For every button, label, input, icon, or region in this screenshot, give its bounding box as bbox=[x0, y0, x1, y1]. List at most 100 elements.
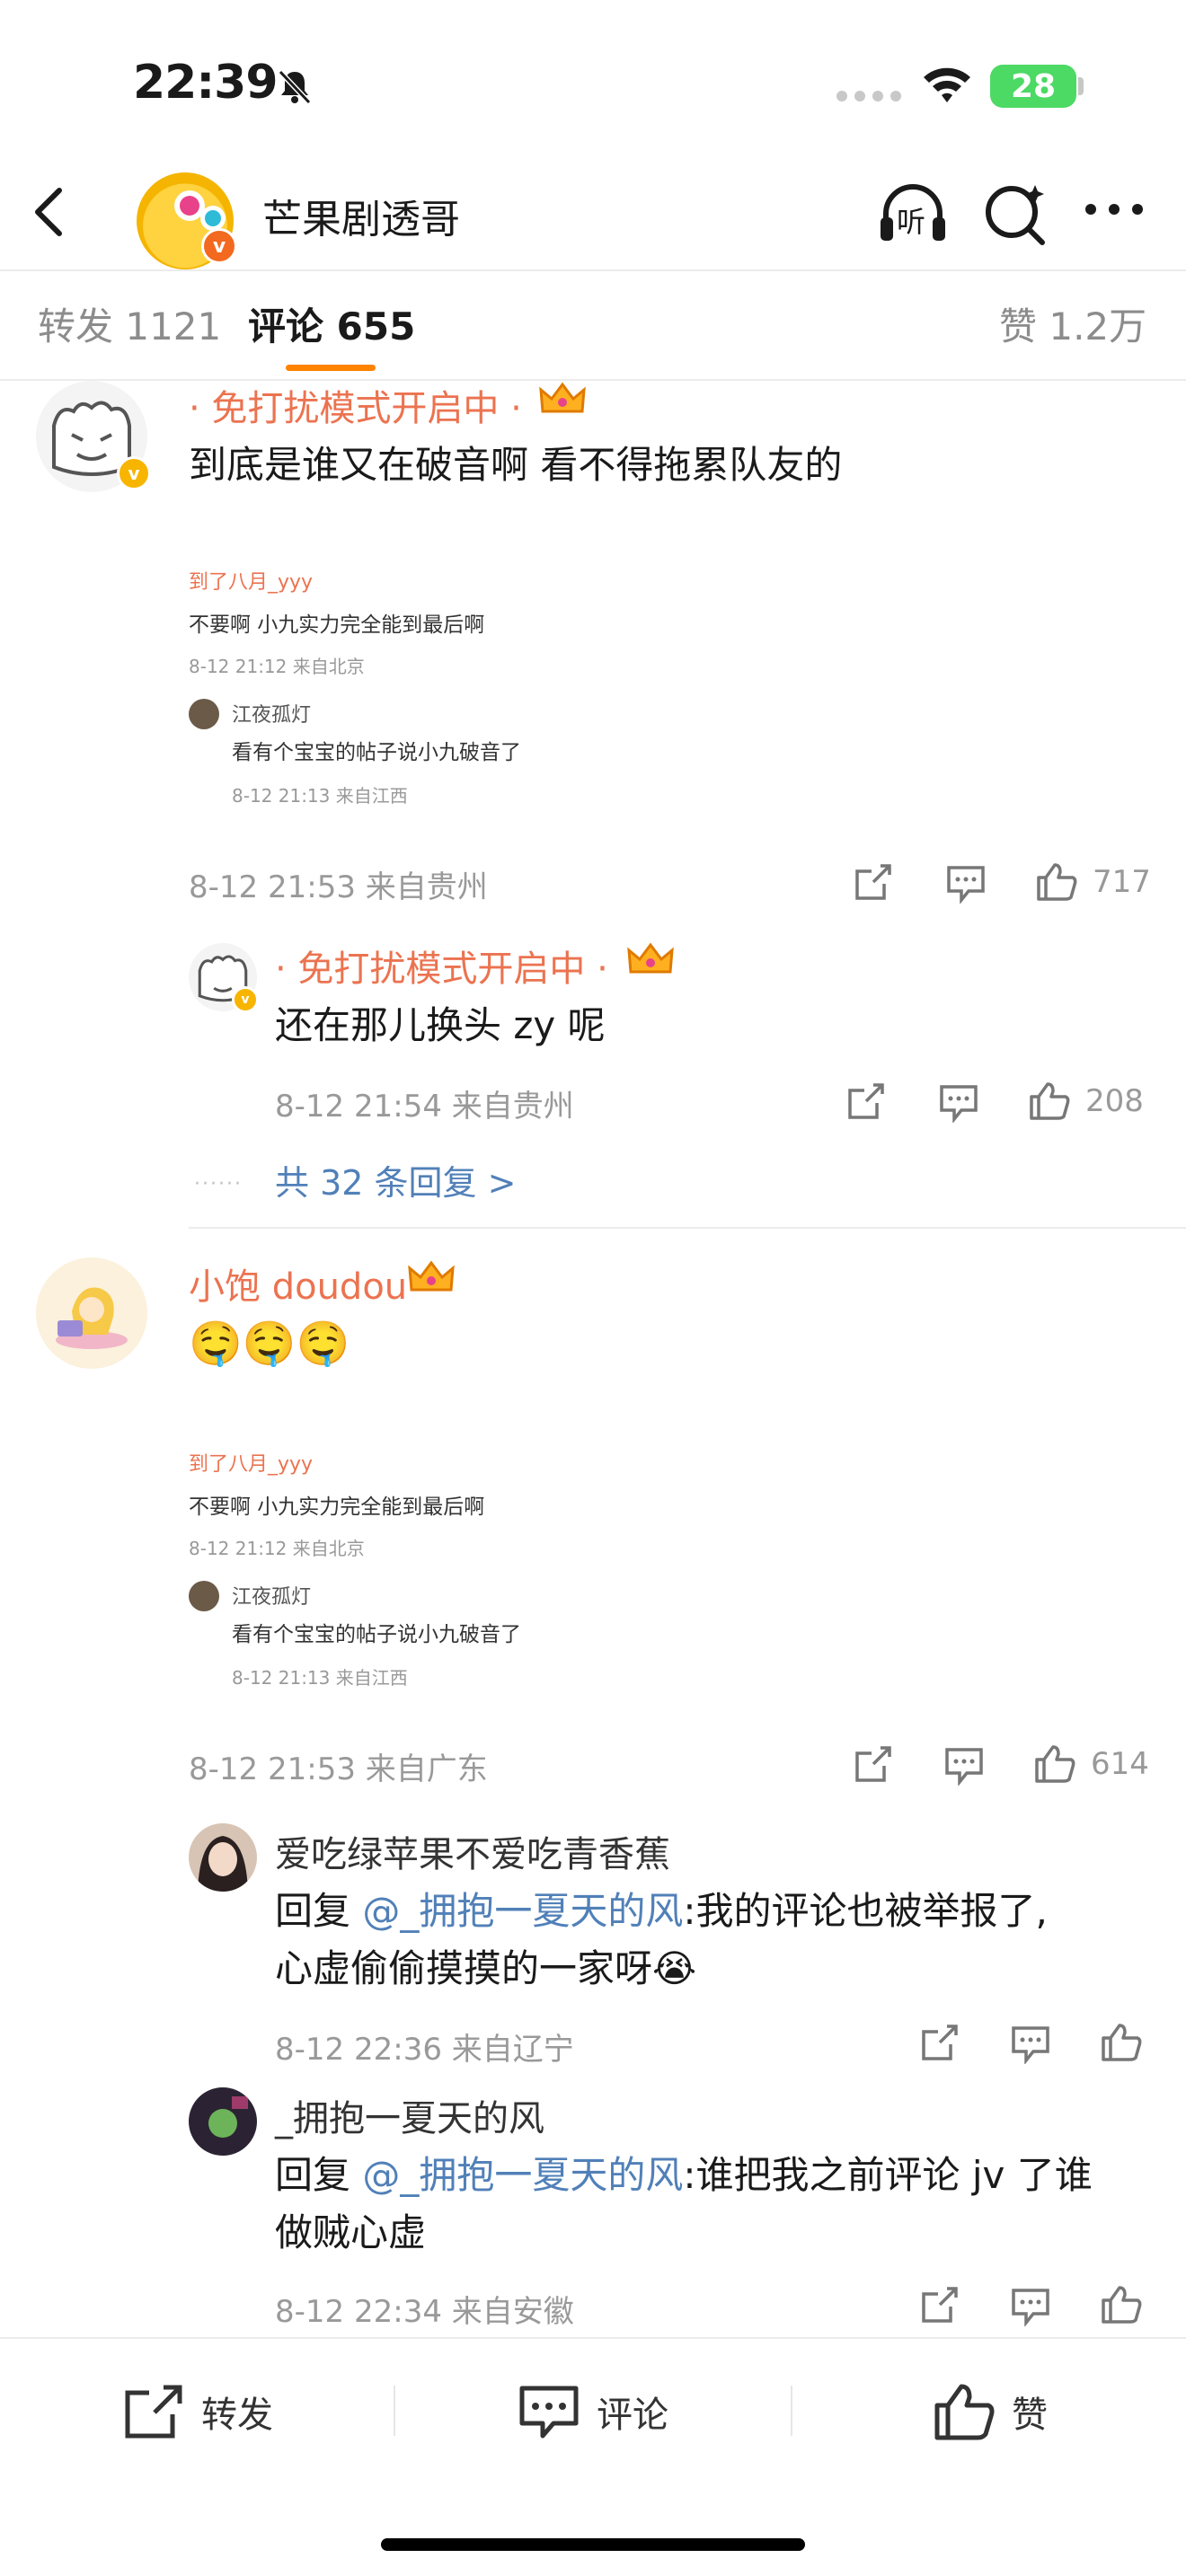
share-icon[interactable] bbox=[920, 2023, 960, 2062]
nav-divider bbox=[0, 269, 1186, 271]
reply-icon[interactable] bbox=[945, 864, 987, 904]
home-indicator[interactable] bbox=[381, 2538, 805, 2551]
like-icon[interactable] bbox=[1033, 1742, 1076, 1784]
reply-text-line1: :谁把我之前评论 jv 了谁 bbox=[683, 2153, 1093, 2197]
comment-label: 评论 bbox=[597, 2395, 668, 2436]
like-button[interactable]: 赞 bbox=[933, 2371, 1048, 2452]
embed-avatar bbox=[189, 699, 219, 729]
embed-username: 到了八月_yyy bbox=[189, 571, 314, 594]
embed-reply-meta: 8-12 21:13 来自江西 bbox=[232, 1667, 408, 1689]
reply-prefix: 回复 bbox=[275, 2153, 363, 2197]
reply-meta: 8-12 22:34 来自安徽 bbox=[275, 2294, 574, 2330]
comment-icon bbox=[519, 2386, 579, 2439]
tab-repost[interactable]: 转发 1121 bbox=[38, 296, 221, 351]
comment-meta: 8-12 21:53 来自广东 bbox=[189, 1751, 488, 1787]
reply-text-line1: :我的评论也被举报了, bbox=[683, 1889, 1048, 1933]
embed-reply-text: 看有个宝宝的帖子说小九破音了 bbox=[232, 741, 521, 764]
more-replies-dots: ······ bbox=[194, 1173, 243, 1195]
more-icon[interactable] bbox=[1082, 196, 1146, 223]
comment-divider bbox=[189, 1227, 1186, 1229]
comment-username[interactable]: · 免打扰模式开启中 · bbox=[189, 379, 522, 431]
comment-username[interactable]: 小饱 doudou bbox=[189, 1257, 407, 1310]
girl-laptop-avatar-icon bbox=[36, 1257, 147, 1369]
comment-text: 🤤🤤🤤 bbox=[189, 1319, 350, 1369]
like-count: 717 bbox=[1093, 864, 1151, 900]
back-button[interactable] bbox=[23, 180, 81, 244]
embedded-screenshot[interactable]: 到了八月_yyy 不要啊 小九实力完全能到最后啊 8-12 21:12 来自北京… bbox=[189, 555, 638, 816]
reply-avatar[interactable] bbox=[189, 2087, 257, 2156]
like-count: 208 bbox=[1085, 1083, 1144, 1119]
mention-link[interactable]: @_拥抱一夏天的风 bbox=[362, 2153, 683, 2197]
wifi-icon bbox=[924, 67, 970, 102]
signal-dots-icon bbox=[836, 91, 901, 101]
like-count: 614 bbox=[1091, 1746, 1149, 1782]
reply-meta: 8-12 21:54 来自贵州 bbox=[275, 1089, 574, 1125]
bottom-divider bbox=[394, 2386, 395, 2436]
like-icon[interactable] bbox=[1100, 2021, 1143, 2062]
girl-photo-avatar-icon bbox=[189, 1823, 257, 1892]
battery-indicator: 28 bbox=[990, 65, 1076, 108]
listen-button[interactable]: 听 bbox=[877, 178, 949, 250]
like-icon[interactable] bbox=[1028, 1080, 1071, 1121]
listen-label: 听 bbox=[897, 205, 926, 239]
reply-text: 回复 @_拥抱一夏天的风:谁把我之前评论 jv 了谁 做贼心虚 bbox=[275, 2147, 1093, 2262]
verified-badge: v bbox=[117, 456, 151, 490]
reply-text: 还在那儿换头 zy 呢 bbox=[275, 1003, 606, 1047]
crown-badge-icon bbox=[408, 1260, 455, 1292]
embed-text: 不要啊 小九实力完全能到最后啊 bbox=[189, 613, 485, 637]
search-icon[interactable] bbox=[983, 178, 1048, 250]
dark-art-avatar-icon bbox=[189, 2087, 257, 2156]
embed-text: 不要啊 小九实力完全能到最后啊 bbox=[189, 1495, 485, 1519]
embed-avatar bbox=[189, 1581, 219, 1611]
reply-icon[interactable] bbox=[943, 1746, 985, 1786]
like-icon bbox=[934, 2384, 995, 2440]
reply-username[interactable]: 爱吃绿苹果不爱吃青香蕉 bbox=[275, 1825, 670, 1877]
tab-active-indicator bbox=[286, 365, 376, 371]
like-label: 赞 bbox=[1012, 2395, 1048, 2436]
comment-meta: 8-12 21:53 来自贵州 bbox=[189, 869, 488, 905]
embed-meta: 8-12 21:12 来自北京 bbox=[189, 656, 365, 677]
embedded-screenshot[interactable]: 到了八月_yyy 不要啊 小九实力完全能到最后啊 8-12 21:12 来自北京… bbox=[189, 1437, 638, 1698]
bottom-bar-border bbox=[0, 2337, 1186, 2339]
verified-badge: v bbox=[232, 986, 259, 1013]
reply-avatar[interactable] bbox=[189, 1823, 257, 1892]
mention-link[interactable]: @_拥抱一夏天的风 bbox=[362, 1889, 683, 1933]
reply-username[interactable]: _拥抱一夏天的风 bbox=[275, 2089, 544, 2141]
embed-meta: 8-12 21:12 来自北京 bbox=[189, 1538, 365, 1559]
reply-icon[interactable] bbox=[1010, 2287, 1051, 2326]
reply-meta: 8-12 22:36 来自辽宁 bbox=[275, 2032, 574, 2068]
reply-text-line2: 心虚偷偷摸摸的一家呀😭 bbox=[275, 1946, 697, 1990]
crown-badge-icon bbox=[627, 942, 674, 974]
comment-text: 到底是谁又在破音啊 看不得拖累队友的 bbox=[189, 443, 843, 487]
reply-text-line2: 做贼心虚 bbox=[275, 2210, 427, 2254]
share-icon[interactable] bbox=[854, 862, 893, 902]
tab-like[interactable]: 赞 1.2万 bbox=[999, 296, 1146, 351]
status-time: 22:39 bbox=[133, 56, 279, 110]
more-replies-link[interactable]: 共 32 条回复 > bbox=[275, 1155, 516, 1204]
like-icon[interactable] bbox=[1100, 2283, 1143, 2325]
share-icon bbox=[125, 2385, 182, 2439]
like-icon[interactable] bbox=[1035, 860, 1078, 902]
repost-label: 转发 bbox=[201, 2395, 273, 2436]
bell-slash-icon bbox=[278, 69, 312, 105]
comment-button[interactable]: 评论 bbox=[518, 2371, 668, 2452]
embed-reply-meta: 8-12 21:13 来自江西 bbox=[232, 785, 408, 807]
reply-icon[interactable] bbox=[938, 1083, 979, 1123]
reply-username[interactable]: · 免打扰模式开启中 · bbox=[275, 940, 608, 992]
embed-reply-user: 江夜孤灯 bbox=[232, 1586, 312, 1609]
author-name[interactable]: 芒果剧透哥 bbox=[262, 187, 460, 244]
crown-badge-icon bbox=[539, 382, 586, 413]
share-icon[interactable] bbox=[846, 1081, 886, 1121]
repost-button[interactable]: 转发 bbox=[122, 2371, 273, 2452]
share-icon[interactable] bbox=[854, 1744, 893, 1784]
comment-avatar[interactable] bbox=[36, 1257, 147, 1369]
embed-reply-user: 江夜孤灯 bbox=[232, 704, 312, 727]
reply-text: 回复 @_拥抱一夏天的风:我的评论也被举报了, 心虚偷偷摸摸的一家呀😭 bbox=[275, 1883, 1048, 1998]
bottom-divider bbox=[791, 2386, 792, 2436]
reply-prefix: 回复 bbox=[275, 1889, 363, 1933]
tab-divider bbox=[0, 379, 1186, 381]
verified-badge: v bbox=[201, 228, 237, 264]
share-icon[interactable] bbox=[920, 2285, 960, 2325]
reply-icon[interactable] bbox=[1010, 2025, 1051, 2064]
tab-comment[interactable]: 评论 655 bbox=[248, 296, 415, 351]
